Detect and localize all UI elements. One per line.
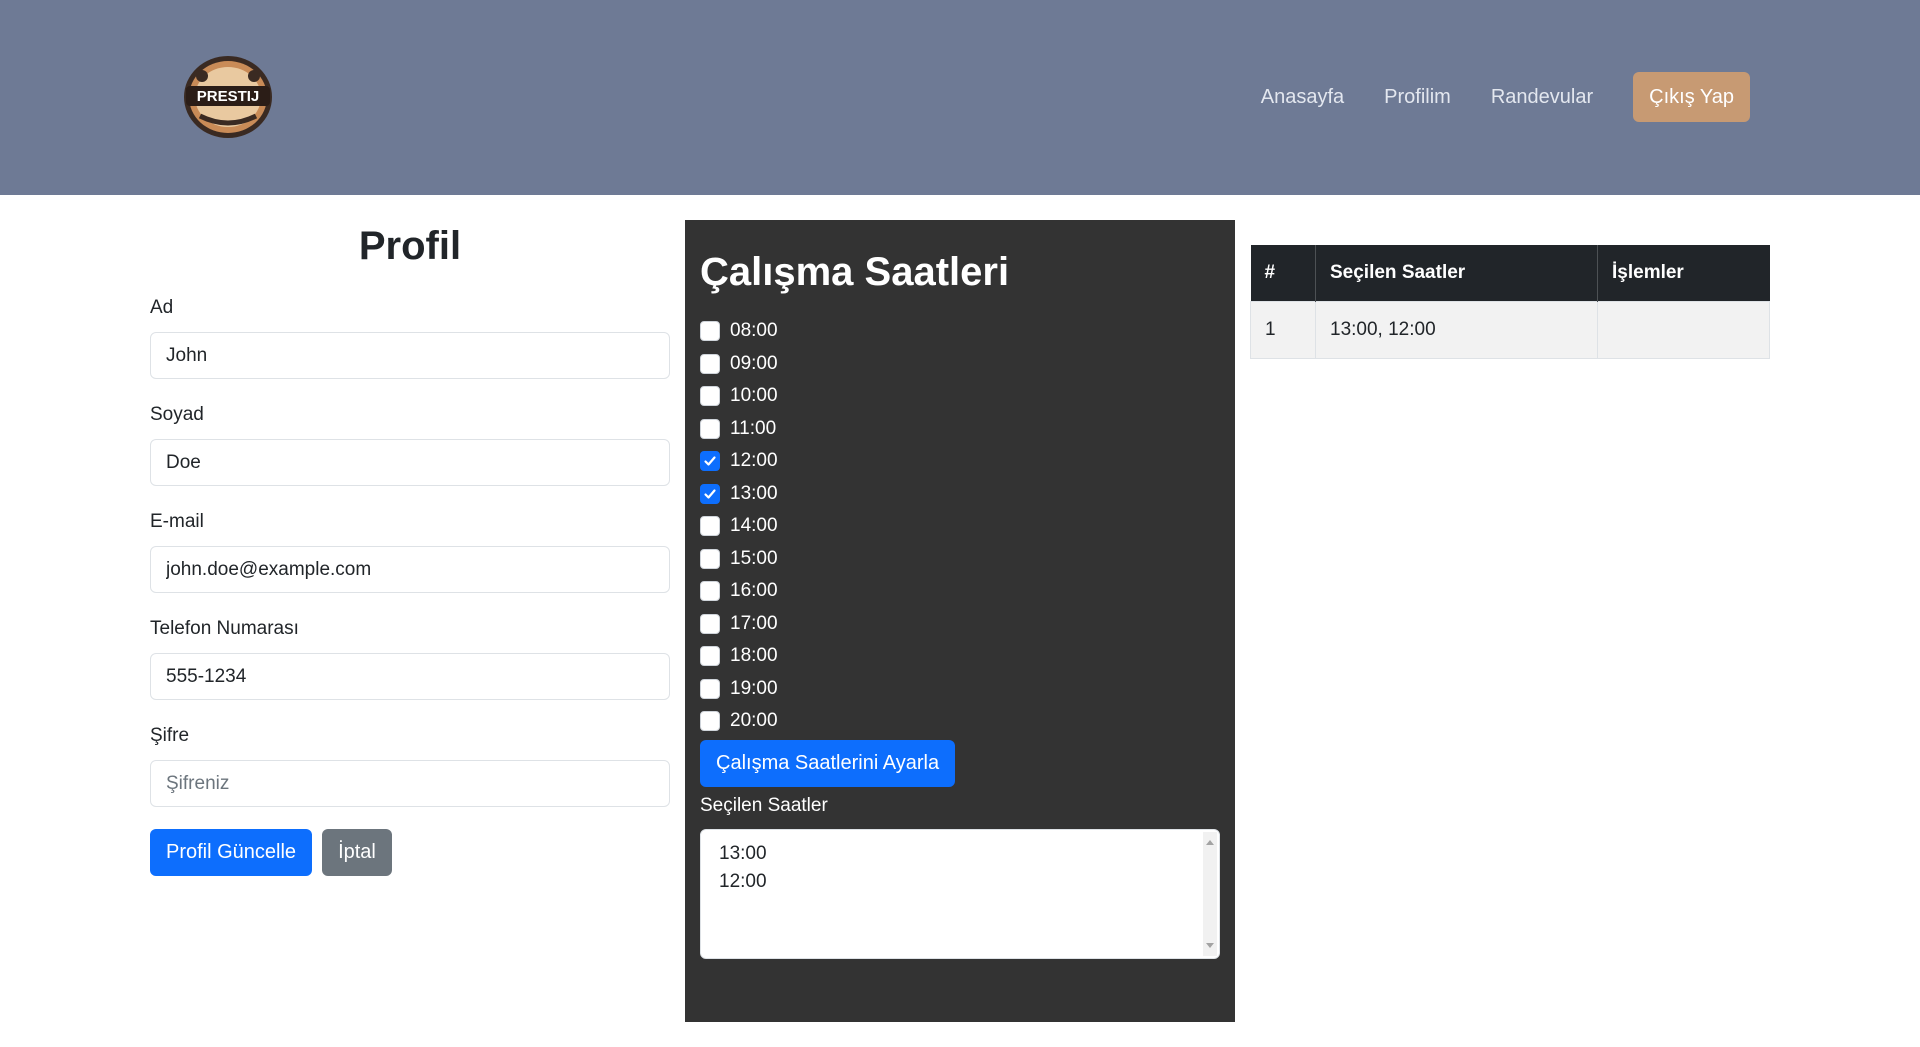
hour-option[interactable]: 09:00 xyxy=(700,348,1220,381)
checkbox-checked[interactable] xyxy=(700,483,720,504)
nav-link-appointments[interactable]: Randevular xyxy=(1491,86,1593,109)
cancel-button[interactable]: İptal xyxy=(322,829,392,876)
last-name-label: Soyad xyxy=(150,404,204,425)
table-body: 1 13:00, 12:00 xyxy=(1250,300,1770,359)
profile-title: Profil xyxy=(358,224,462,268)
phone-label: Telefon Numarası xyxy=(150,618,299,639)
hour-option[interactable]: 10:00 xyxy=(700,380,1220,413)
checkbox-checked[interactable] xyxy=(700,451,720,472)
check-icon xyxy=(704,489,716,499)
logo[interactable]: PRESTIJ xyxy=(180,54,276,140)
hour-option[interactable]: 08:00 xyxy=(700,315,1220,348)
hour-option[interactable]: 18:00 xyxy=(700,640,1220,673)
table-cell xyxy=(1597,300,1770,359)
col-actions-header: İşlemler xyxy=(1597,245,1770,301)
password-input[interactable] xyxy=(150,760,670,807)
checkbox[interactable] xyxy=(700,711,720,732)
first-name-input[interactable] xyxy=(150,332,670,379)
checkbox[interactable] xyxy=(700,548,720,569)
scroll-down-icon[interactable] xyxy=(1206,942,1214,948)
hour-option[interactable]: 12:00 xyxy=(700,445,1220,478)
hour-label: 09:00 xyxy=(730,352,778,374)
profile-form: Profil Ad Soyad E-mail Telefon Numarası … xyxy=(150,220,670,876)
navbar: PRESTIJ Anasayfa Profilim Randevular Çık… xyxy=(0,0,1920,195)
phone-input[interactable] xyxy=(150,653,670,700)
checkbox[interactable] xyxy=(700,646,720,667)
password-label: Şifre xyxy=(150,725,190,746)
checkbox[interactable] xyxy=(700,386,720,407)
hour-option[interactable]: 15:00 xyxy=(700,543,1220,576)
listbox-scrollbar[interactable] xyxy=(1203,831,1217,956)
update-profile-button[interactable]: Profil Güncelle xyxy=(150,829,313,876)
checkbox[interactable] xyxy=(700,613,720,634)
hour-label: 13:00 xyxy=(730,482,778,504)
selected-hour-item[interactable]: 13:00 xyxy=(719,840,1201,868)
logo-text: PRESTIJ xyxy=(197,88,260,105)
hour-option[interactable]: 19:00 xyxy=(700,673,1220,706)
hour-label: 08:00 xyxy=(730,320,778,342)
hour-option[interactable]: 20:00 xyxy=(700,705,1220,738)
col-index-header: # xyxy=(1250,245,1316,301)
email-label: E-mail xyxy=(150,511,204,532)
hour-label: 16:00 xyxy=(730,580,778,602)
logout-button[interactable]: Çıkış Yap xyxy=(1633,72,1750,122)
hours-table-wrap: # Seçilen Saatler İşlemler 1 13:00, 12:00 xyxy=(1250,245,1770,359)
selected-hours-listbox[interactable]: 13:00 12:00 xyxy=(700,828,1220,959)
nav-link-profile[interactable]: Profilim xyxy=(1384,86,1451,109)
hours-table: # Seçilen Saatler İşlemler 1 13:00, 12:00 xyxy=(1250,245,1770,359)
selected-hours-label: Seçilen Saatler xyxy=(700,794,828,816)
hour-option[interactable]: 14:00 xyxy=(700,510,1220,543)
set-hours-button[interactable]: Çalışma Saatlerini Ayarla xyxy=(700,739,956,787)
last-name-input[interactable] xyxy=(150,439,670,486)
selected-hours-items: 13:00 12:00 xyxy=(719,840,1201,896)
hour-label: 18:00 xyxy=(730,645,778,667)
checkbox[interactable] xyxy=(700,516,720,537)
hour-option[interactable]: 11:00 xyxy=(700,413,1220,446)
first-name-label: Ad xyxy=(150,297,174,318)
checkbox[interactable] xyxy=(700,581,720,602)
hour-option[interactable]: 16:00 xyxy=(700,575,1220,608)
hour-label: 11:00 xyxy=(730,417,777,439)
checkbox[interactable] xyxy=(700,418,720,439)
table-header-row: # Seçilen Saatler İşlemler xyxy=(1250,245,1770,301)
hour-label: 15:00 xyxy=(730,547,778,569)
selected-hour-item[interactable]: 12:00 xyxy=(719,868,1201,896)
check-icon xyxy=(704,456,716,466)
hour-option[interactable]: 17:00 xyxy=(700,608,1220,641)
col-selected-hours-header: Seçilen Saatler xyxy=(1315,245,1598,301)
working-hours-title: Çalışma Saatleri xyxy=(700,250,1010,294)
working-hours-panel: Çalışma Saatleri 08:00 09:00 10:00 11:00 12:… xyxy=(685,220,1235,1022)
email-input[interactable] xyxy=(150,546,670,593)
hour-label: 19:00 xyxy=(730,677,778,699)
hour-label: 17:00 xyxy=(730,612,778,634)
hour-list: 08:00 09:00 10:00 11:00 12:00 13:00 14:00 15:00… xyxy=(700,315,1220,738)
table-cell: 13:00, 12:00 xyxy=(1315,300,1598,359)
checkbox[interactable] xyxy=(700,353,720,374)
hour-label: 20:00 xyxy=(730,710,778,732)
hour-option[interactable]: 13:00 xyxy=(700,478,1220,511)
hour-label: 14:00 xyxy=(730,515,778,537)
table-row: 1 13:00, 12:00 xyxy=(1250,300,1770,359)
checkbox[interactable] xyxy=(700,678,720,699)
hour-label: 12:00 xyxy=(730,450,778,472)
profile-actions: Profil Güncelle İptal xyxy=(150,829,670,876)
nav-link-home[interactable]: Anasayfa xyxy=(1261,86,1344,109)
checkbox[interactable] xyxy=(700,321,720,342)
hour-label: 10:00 xyxy=(730,385,778,407)
nav-links: Anasayfa Profilim Randevular Çıkış Yap xyxy=(1261,72,1750,122)
table-cell: 1 xyxy=(1250,300,1316,359)
scroll-up-icon[interactable] xyxy=(1206,839,1214,845)
